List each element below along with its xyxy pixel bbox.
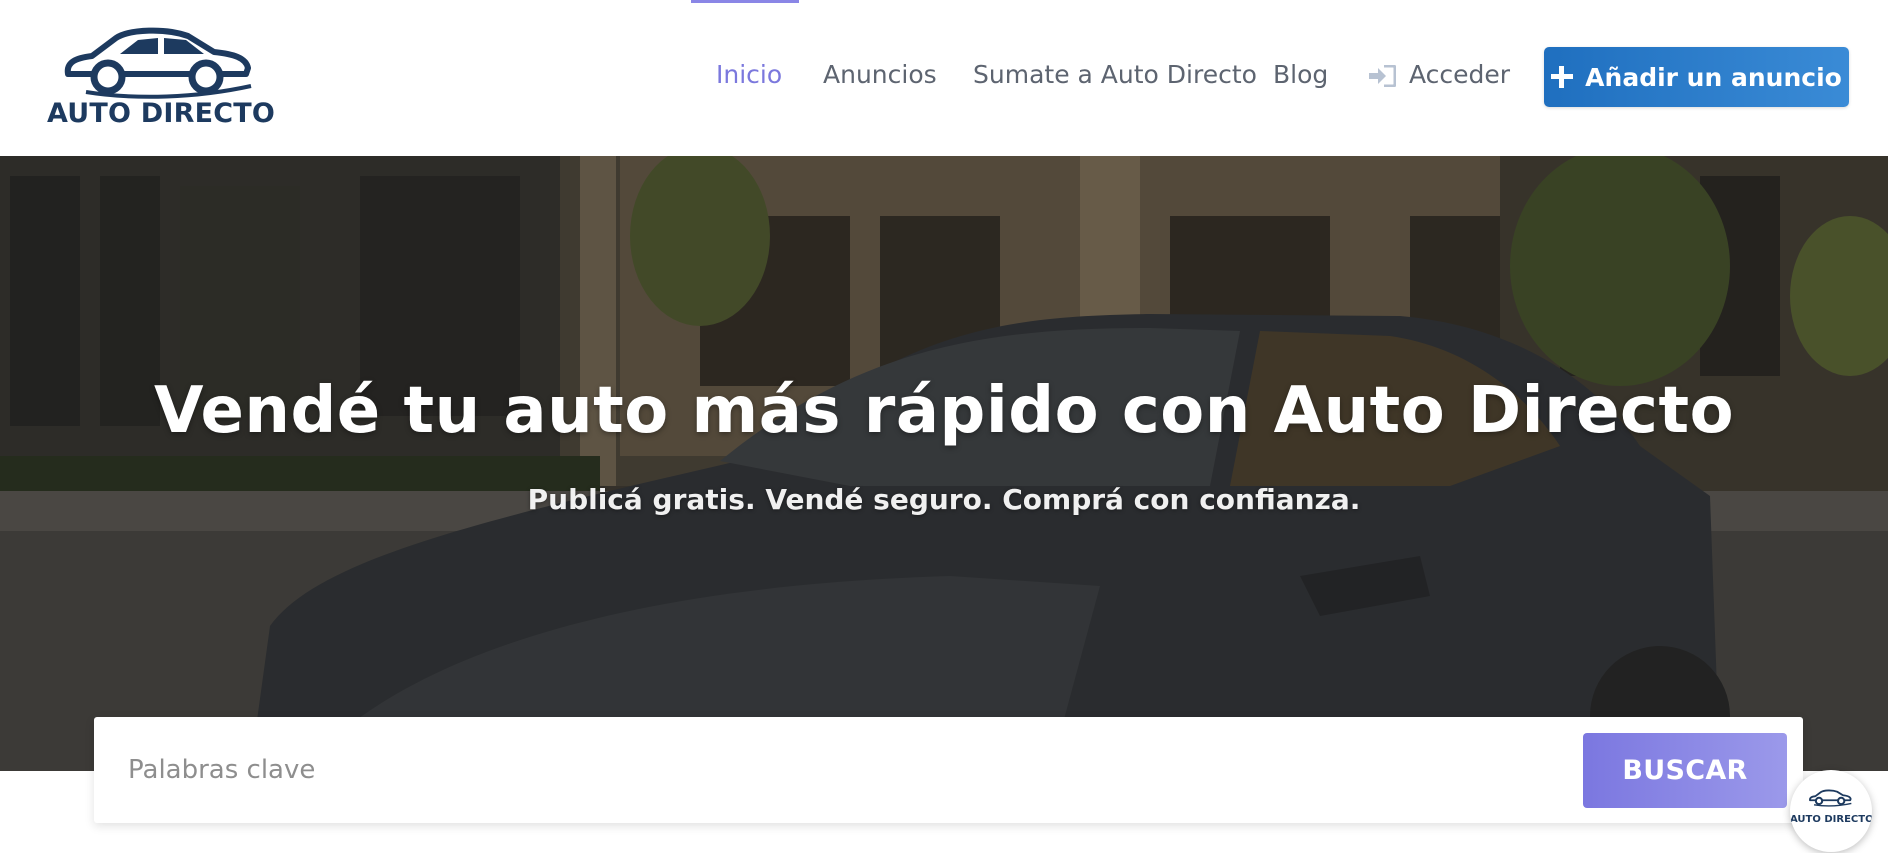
site-header: AUTO DIRECTO Inicio Anuncios Sumate a Au… <box>0 0 1888 156</box>
active-nav-indicator <box>691 0 799 3</box>
plus-icon <box>1551 66 1574 88</box>
nav-item-inicio[interactable]: Inicio <box>716 60 782 89</box>
nav-item-blog[interactable]: Blog <box>1273 60 1328 89</box>
hero-banner: Vendé tu auto más rápido con Auto Direct… <box>0 156 1888 771</box>
keyword-search-input[interactable] <box>128 745 1548 795</box>
nav-item-anuncios[interactable]: Anuncios <box>823 60 937 89</box>
hero-title: Vendé tu auto más rápido con Auto Direct… <box>153 374 1735 448</box>
hero-overlay <box>0 156 1888 771</box>
search-button[interactable]: BUSCAR <box>1583 733 1787 808</box>
hero-subtitle: Publicá gratis. Vendé seguro. Comprá con… <box>527 483 1361 516</box>
nav-item-acceder-label: Acceder <box>1409 60 1511 89</box>
badge-label: AUTO DIRECTO <box>1790 814 1872 825</box>
nav-item-acceder[interactable]: Acceder <box>1369 60 1510 89</box>
sign-in-icon <box>1369 64 1397 87</box>
search-bar: BUSCAR <box>94 717 1803 823</box>
car-logo-icon <box>1809 789 1852 807</box>
add-listing-button[interactable]: Añadir un anuncio <box>1544 47 1849 107</box>
add-listing-label: Añadir un anuncio <box>1585 62 1842 92</box>
floating-brand-badge[interactable]: AUTO DIRECTO <box>1790 770 1872 852</box>
nav-item-sumate[interactable]: Sumate a Auto Directo <box>973 60 1257 89</box>
